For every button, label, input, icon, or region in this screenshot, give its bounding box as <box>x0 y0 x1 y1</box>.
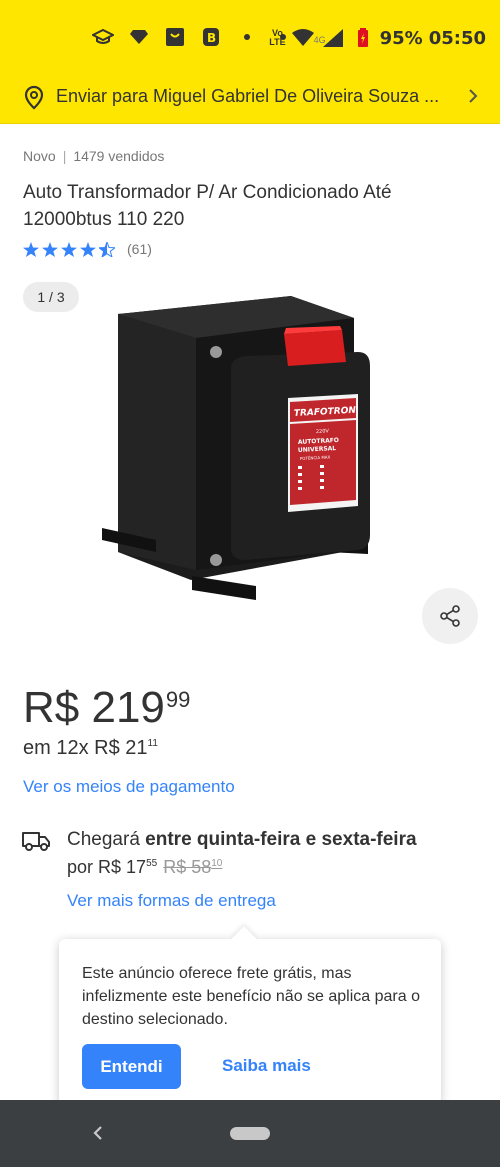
notification-icons: B <box>92 26 294 48</box>
tooltip-message: Este anúncio oferece frete grátis, mas i… <box>82 965 420 1028</box>
learn-more-button[interactable]: Saiba mais <box>222 1056 311 1076</box>
home-button[interactable] <box>230 1127 270 1140</box>
svg-text:B: B <box>207 31 216 45</box>
shipping-price-integer: 17 <box>126 857 147 877</box>
graduation-cap-icon <box>92 26 114 48</box>
chevron-right-icon <box>468 88 478 109</box>
old-shipping-price-integer: R$ 58 <box>163 857 212 877</box>
sold-count: 1479 vendidos <box>73 148 165 164</box>
system-navigation-bar <box>0 1100 500 1167</box>
back-button[interactable] <box>88 1123 108 1148</box>
arrival-window: entre quinta-feira e sexta-feira <box>145 829 417 850</box>
understood-button[interactable]: Entendi <box>82 1044 181 1089</box>
product-image[interactable]: TRAFOTRON 220V AUTOTRAFO UNIVERSAL POTÊN… <box>96 290 386 608</box>
divider: | <box>62 148 67 164</box>
installments-prefix: em 12x R$ <box>23 737 120 759</box>
shipping-price-cents: 55 <box>146 858 158 869</box>
shipping-price-prefix: por R$ <box>67 857 122 877</box>
shopping-bag-icon <box>164 26 186 48</box>
old-shipping-price: R$ 5810 <box>163 857 222 877</box>
truck-icon <box>21 830 51 857</box>
signal-icon: 4G <box>314 27 346 49</box>
shipping-destination-bar[interactable]: Enviar para Miguel Gabriel De Oliveira S… <box>0 78 500 124</box>
shipping-price: por R$ 1755 R$ 5810 <box>67 857 222 878</box>
star-icon <box>23 241 39 257</box>
star-icon <box>42 241 58 257</box>
diamond-icon <box>128 26 150 48</box>
price-cents: 99 <box>165 687 191 712</box>
rating[interactable]: (61) <box>23 241 152 257</box>
product-title: Auto Transformador P/ Ar Condicionado At… <box>23 182 392 230</box>
condition-label: Novo <box>23 148 56 164</box>
installments: em 12x R$ 2111 <box>23 737 158 760</box>
star-icon <box>80 241 96 257</box>
dot-icon <box>236 26 258 48</box>
battery-percent: 95% <box>379 27 423 49</box>
installment-cents: 11 <box>147 738 158 749</box>
product-condition: Novo | 1479 vendidos <box>23 148 164 164</box>
price-integer: 219 <box>91 683 165 732</box>
system-status: Vo LTE 4G 95% 05:50 <box>269 27 486 49</box>
image-counter: 1 / 3 <box>23 282 79 312</box>
label-voltage: 220V <box>316 428 330 435</box>
review-count: (61) <box>127 241 152 257</box>
tooltip-arrow <box>231 926 257 952</box>
back-icon <box>93 1126 102 1140</box>
delivery-estimate: Chegará entre quinta-feira e sexta-feira <box>67 829 417 851</box>
share-button[interactable] <box>422 588 478 644</box>
installment-integer: 21 <box>125 737 148 759</box>
clock: 05:50 <box>428 27 486 49</box>
wifi-icon <box>291 27 314 49</box>
arrival-prefix: Chegará <box>67 829 140 850</box>
b-app-icon: B <box>200 26 222 48</box>
half-star-icon <box>99 241 115 257</box>
network-label: 4G <box>313 35 326 45</box>
share-icon <box>440 605 460 627</box>
price: R$ 21999 <box>23 683 190 733</box>
payment-methods-link[interactable]: Ver os meios de pagamento <box>23 777 235 797</box>
more-delivery-options-link[interactable]: Ver mais formas de entrega <box>67 891 276 911</box>
old-shipping-price-cents: 10 <box>211 858 223 869</box>
battery-icon <box>352 27 374 49</box>
price-currency: R$ <box>23 683 80 732</box>
shipping-destination-text: Enviar para Miguel Gabriel De Oliveira S… <box>56 86 440 106</box>
free-shipping-tooltip: Este anúncio oferece frete grátis, mas i… <box>59 926 441 1104</box>
star-icon <box>61 241 77 257</box>
status-bar: B Vo LTE 4G 95% 05:50 <box>0 0 500 78</box>
volte-icon: Vo LTE <box>269 28 286 47</box>
location-pin-icon <box>24 85 44 116</box>
